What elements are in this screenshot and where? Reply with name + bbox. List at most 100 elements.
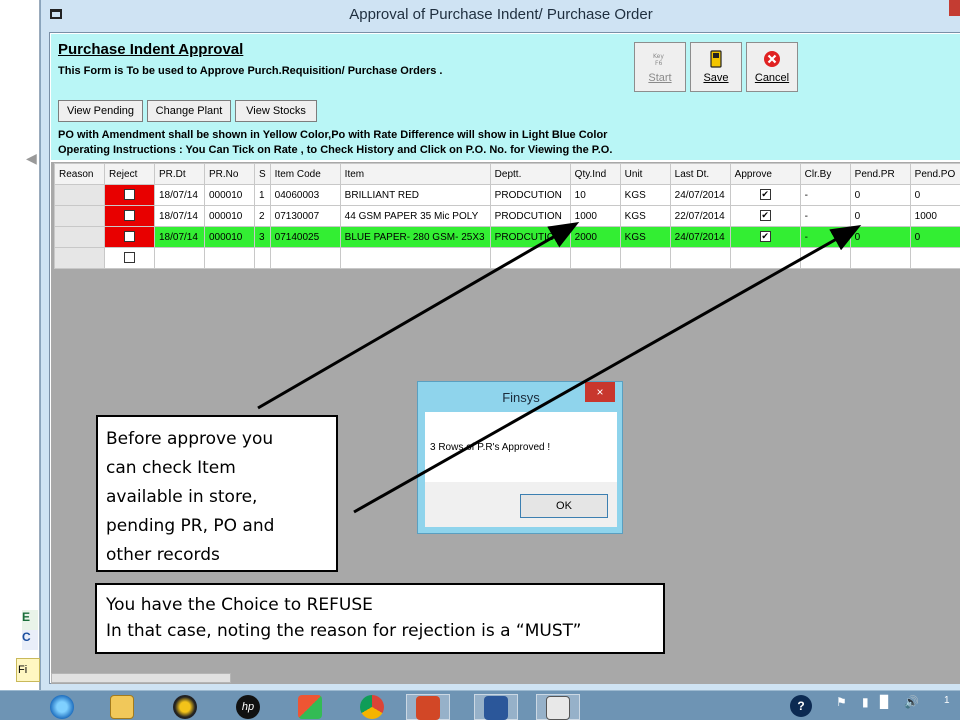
col-reject[interactable]: Reject [104, 163, 155, 185]
empty-cell[interactable] [799, 247, 851, 269]
col-pend-pr[interactable]: Pend.PR [849, 163, 911, 185]
taskbar-puzzle[interactable] [288, 694, 332, 720]
s-cell: 2 [254, 205, 271, 227]
cancel-icon [764, 51, 780, 67]
pend-pr-cell: 0 [849, 226, 911, 248]
pr-no-cell[interactable]: 000010 [204, 184, 255, 206]
col-s[interactable]: S [254, 163, 271, 185]
empty-cell[interactable] [339, 247, 491, 269]
empty-cell[interactable] [154, 247, 205, 269]
change-plant-button[interactable]: Change Plant [147, 100, 231, 122]
empty-cell[interactable] [489, 247, 571, 269]
qty-cell: 10 [569, 184, 621, 206]
reason-cell[interactable] [54, 226, 105, 248]
approve-checkbox[interactable] [759, 210, 771, 222]
windows-taskbar: hp ? ⚑ ▮ ▉ 🔊 1 [0, 690, 960, 720]
col-qty-ind[interactable]: Qty.Ind [569, 163, 621, 185]
empty-cell[interactable] [269, 247, 341, 269]
col-pr-dt[interactable]: PR.Dt [154, 163, 205, 185]
network-icon[interactable]: ▉ [880, 695, 898, 717]
taskbar-explorer[interactable] [100, 694, 144, 720]
battery-icon[interactable]: ▮ [862, 695, 874, 717]
approve-cell[interactable] [729, 184, 801, 206]
taskbar-hp[interactable]: hp [226, 694, 270, 720]
col-item[interactable]: Item [339, 163, 491, 185]
dialog-close-button[interactable]: × [585, 382, 615, 402]
collapse-arrow-icon[interactable]: ◀ [26, 150, 37, 180]
view-stocks-button[interactable]: View Stocks [235, 100, 317, 122]
cancel-button[interactable]: Cancel [746, 42, 798, 92]
grid-row[interactable]: 18/07/14 000010 2 07130007 44 GSM PAPER … [54, 205, 960, 227]
reason-cell[interactable] [54, 184, 105, 206]
pr-no-cell[interactable]: 000010 [204, 205, 255, 227]
reject-cell[interactable] [104, 247, 155, 269]
reason-cell[interactable] [54, 205, 105, 227]
unit-cell: KGS [619, 226, 671, 248]
col-approve[interactable]: Approve [729, 163, 801, 185]
puzzle-app-icon [298, 695, 322, 719]
taskbar-powerpoint[interactable] [406, 694, 450, 720]
taskbar-finsys[interactable] [536, 694, 580, 720]
empty-cell[interactable] [619, 247, 671, 269]
col-item-code[interactable]: Item Code [269, 163, 341, 185]
taskbar-ie[interactable] [40, 694, 84, 720]
taskbar-word[interactable] [474, 694, 518, 720]
reject-cell[interactable] [104, 226, 155, 248]
empty-cell[interactable] [204, 247, 255, 269]
approve-cell[interactable] [729, 226, 801, 248]
grid-row[interactable]: 18/07/14 000010 1 04060003 BRILLIANT RED… [54, 184, 960, 206]
pr-dt-cell: 18/07/14 [154, 226, 205, 248]
empty-cell[interactable] [849, 247, 911, 269]
reject-checkbox[interactable] [124, 252, 135, 264]
window-close-button[interactable] [949, 0, 960, 16]
item-code-cell: 04060003 [269, 184, 341, 206]
col-unit[interactable]: Unit [619, 163, 671, 185]
deptt-cell: PRODCUTION [489, 184, 571, 206]
col-pend-po[interactable]: Pend.PO [909, 163, 960, 185]
reject-cell[interactable] [104, 205, 155, 227]
approve-tip-line: can check Item [106, 458, 236, 478]
volume-icon[interactable]: 🔊 [904, 695, 922, 717]
horizontal-scrollbar[interactable] [51, 673, 231, 683]
empty-cell[interactable] [569, 247, 621, 269]
cancel-label: Cancel [754, 72, 790, 84]
grid-row-new[interactable] [54, 247, 960, 269]
flag-icon[interactable]: ⚑ [836, 695, 850, 717]
reason-cell[interactable] [54, 247, 105, 269]
taskbar-chrome[interactable] [350, 694, 394, 720]
start-button[interactable]: Key F6 Start [634, 42, 686, 92]
help-icon[interactable]: ? [790, 695, 816, 717]
pr-dt-cell: 18/07/14 [154, 205, 205, 227]
empty-cell[interactable] [729, 247, 801, 269]
clock[interactable]: 1 [944, 695, 958, 717]
col-reason[interactable]: Reason [54, 163, 105, 185]
approve-cell[interactable] [729, 205, 801, 227]
media-player-icon [173, 695, 197, 719]
last-dt-cell: 24/07/2014 [669, 226, 731, 248]
empty-cell[interactable] [254, 247, 271, 269]
col-pr-no[interactable]: PR.No [204, 163, 255, 185]
reject-checkbox[interactable] [124, 231, 135, 243]
hp-icon: hp [236, 695, 260, 719]
reject-checkbox[interactable] [124, 189, 135, 201]
col-clr-by[interactable]: Clr.By [799, 163, 851, 185]
col-last-dt[interactable]: Last Dt. [669, 163, 731, 185]
save-button[interactable]: Save [690, 42, 742, 92]
taskbar-media[interactable] [163, 694, 207, 720]
empty-cell[interactable] [909, 247, 960, 269]
pr-no-cell[interactable]: 000010 [204, 226, 255, 248]
approve-checkbox[interactable] [759, 231, 771, 243]
approve-checkbox[interactable] [759, 189, 771, 201]
view-pending-button[interactable]: View Pending [58, 100, 143, 122]
grid-row-selected[interactable]: 18/07/14 000010 3 07140025 BLUE PAPER- 2… [54, 226, 960, 248]
reject-checkbox[interactable] [124, 210, 135, 222]
dialog-body: 3 Rows of P.R's Approved ! OK [425, 412, 617, 527]
approve-tip-line: pending PR, PO and [106, 516, 275, 536]
col-deptt[interactable]: Deptt. [489, 163, 571, 185]
s-cell: 3 [254, 226, 271, 248]
empty-cell[interactable] [669, 247, 731, 269]
color-legend-note: PO with Amendment shall be shown in Yell… [58, 129, 608, 141]
reject-cell[interactable] [104, 184, 155, 206]
qty-cell: 1000 [569, 205, 621, 227]
ok-button[interactable]: OK [520, 494, 608, 518]
